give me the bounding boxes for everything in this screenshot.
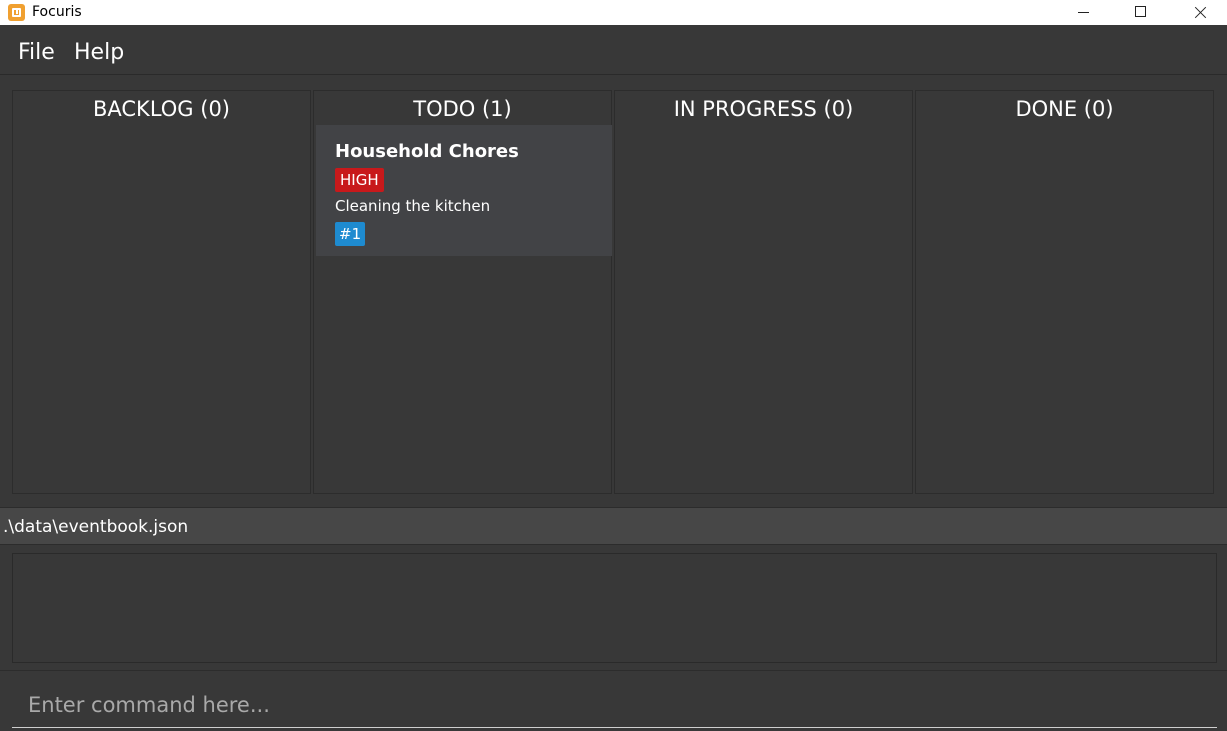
menu-help[interactable]: Help <box>74 40 124 65</box>
menu-bar: File Help <box>0 31 1227 75</box>
maximize-icon[interactable] <box>1118 0 1164 25</box>
status-bar: .\data\eventbook.json <box>0 507 1227 545</box>
app-window: Focuris File Help BACKLOG (0) TODO (1) H… <box>0 0 1227 731</box>
menu-file[interactable]: File <box>18 40 55 65</box>
close-icon[interactable] <box>1176 0 1222 25</box>
task-id-badge: #1 <box>335 222 366 246</box>
column-title: DONE (0) <box>1015 97 1114 121</box>
command-area <box>0 670 1227 731</box>
minimize-icon[interactable] <box>1060 0 1106 25</box>
column-title: IN PROGRESS (0) <box>673 97 854 121</box>
app-logo-icon <box>8 4 25 21</box>
title-bar: Focuris <box>0 0 1227 25</box>
column-in-progress: IN PROGRESS (0) <box>614 90 913 494</box>
column-todo: TODO (1) Household Chores HIGH Cleaning … <box>313 90 612 494</box>
column-backlog: BACKLOG (0) <box>12 90 311 494</box>
save-location-path: .\data\eventbook.json <box>3 517 189 537</box>
window-title: Focuris <box>32 4 82 20</box>
task-card[interactable]: Household Chores HIGH Cleaning the kitch… <box>316 125 612 256</box>
task-description: Cleaning the kitchen <box>335 197 491 215</box>
command-input[interactable] <box>12 683 1217 728</box>
column-title: TODO (1) <box>413 97 512 121</box>
task-title: Household Chores <box>335 141 519 162</box>
priority-badge: HIGH <box>335 168 384 192</box>
column-title: BACKLOG (0) <box>92 97 230 121</box>
kanban-board: BACKLOG (0) TODO (1) Household Chores HI… <box>12 90 1214 494</box>
result-display[interactable] <box>12 553 1217 663</box>
column-done: DONE (0) <box>915 90 1214 494</box>
